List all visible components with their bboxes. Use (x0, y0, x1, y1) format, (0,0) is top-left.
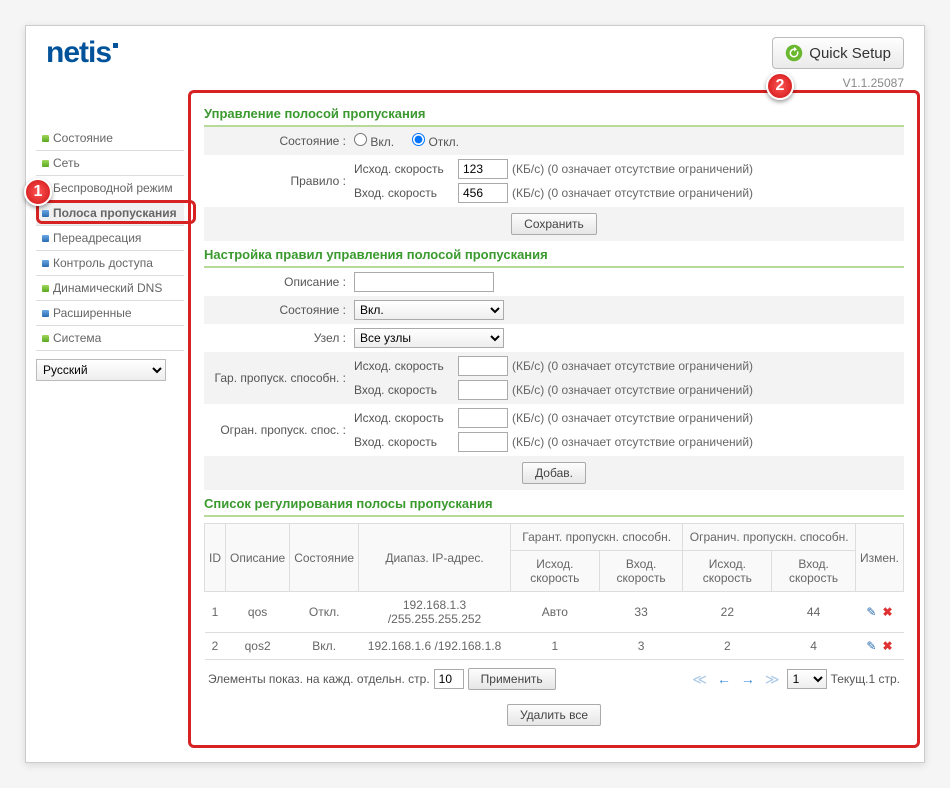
edit-icon[interactable]: ✎ (866, 639, 876, 653)
per-page-label: Элементы показ. на кажд. отдельн. стр. (208, 672, 430, 686)
sidebar-item-status[interactable]: Состояние (36, 126, 184, 151)
th-limit: Огранич. пропускн. способн. (683, 524, 856, 551)
bandwidth-table: ID Описание Состояние Диапаз. IP-адрес. … (204, 523, 904, 660)
logo: netis (46, 36, 118, 70)
quick-setup-button[interactable]: Quick Setup (772, 37, 904, 69)
marker-1: 1 (24, 178, 52, 206)
bullet-icon (42, 235, 49, 242)
delete-all-button[interactable]: Удалить все (507, 704, 601, 726)
sidebar-item-label: Переадресация (53, 231, 141, 245)
rule-status-select[interactable]: Вкл. (354, 300, 504, 320)
sidebar-item-bandwidth[interactable]: Полоса пропускания (36, 201, 184, 226)
node-label: Узел : (204, 331, 354, 345)
bullet-icon (42, 310, 49, 317)
th-desc: Описание (226, 524, 290, 592)
hint-text: (КБ/с) (0 означает отсутствие ограничени… (512, 435, 753, 449)
desc-label: Описание : (204, 275, 354, 289)
per-page-input[interactable] (434, 669, 464, 689)
delete-icon[interactable]: ✖ (882, 639, 892, 653)
guar-label: Гар. пропуск. способн. : (204, 371, 354, 385)
th-l-in: Вход. скорость (772, 551, 856, 592)
guar-out-label: Исход. скорость (354, 359, 454, 373)
th-guar: Гарант. пропускн. способн. (510, 524, 683, 551)
section3-title: Список регулирования полосы пропускания (204, 490, 904, 517)
guar-in-label: Вход. скорость (354, 383, 454, 397)
sidebar-item-system[interactable]: Система (36, 326, 184, 351)
bullet-icon (42, 210, 49, 217)
refresh-icon (785, 44, 803, 62)
out-speed-label: Исход. скорость (354, 162, 454, 176)
desc-input[interactable] (354, 272, 494, 292)
sidebar-item-access[interactable]: Контроль доступа (36, 251, 184, 276)
th-g-in: Вход. скорость (599, 551, 683, 592)
bullet-icon (42, 160, 49, 167)
limit-label: Огран. пропуск. спос. : (204, 423, 354, 437)
page-next-icon[interactable]: → (738, 671, 758, 687)
page-prev-icon[interactable]: ← (714, 671, 734, 687)
status-on-radio[interactable]: Вкл. (354, 133, 394, 149)
sidebar-item-label: Расширенные (53, 306, 132, 320)
lim-out-input[interactable] (458, 408, 508, 428)
th-id: ID (205, 524, 226, 592)
sidebar-item-label: Полоса пропускания (53, 206, 177, 220)
in-speed-input[interactable] (458, 183, 508, 203)
section2-title: Настройка правил управления полосой проп… (204, 241, 904, 268)
node-select[interactable]: Все узлы (354, 328, 504, 348)
sidebar-item-label: Состояние (53, 131, 113, 145)
lim-out-label: Исход. скорость (354, 411, 454, 425)
bullet-icon (42, 260, 49, 267)
sidebar-item-forwarding[interactable]: Переадресация (36, 226, 184, 251)
th-l-out: Исход. скорость (683, 551, 772, 592)
sidebar-item-wireless[interactable]: Беспроводной режим (36, 176, 184, 201)
th-range: Диапаз. IP-адрес. (359, 524, 511, 592)
bullet-icon (42, 335, 49, 342)
sidebar: Состояние Сеть Беспроводной режим Полоса… (36, 96, 184, 742)
hint-text: (КБ/с) (0 означает отсутствие ограничени… (512, 411, 753, 425)
table-row: 2qos2Вкл.192.168.1.6 /192.168.1.81324 ✎✖ (205, 633, 904, 660)
in-speed-label: Вход. скорость (354, 186, 454, 200)
add-button[interactable]: Добав. (522, 462, 586, 484)
delete-icon[interactable]: ✖ (882, 605, 892, 619)
th-edit: Измен. (855, 524, 903, 592)
page-first-icon[interactable]: ≪ (689, 671, 710, 688)
section1-title: Управление полосой пропускания (204, 100, 904, 127)
hint-text: (КБ/с) (0 означает отсутствие ограничени… (512, 162, 753, 176)
sidebar-item-ddns[interactable]: Динамический DNS (36, 276, 184, 301)
page-text: Текущ.1 стр. (831, 672, 900, 686)
hint-text: (КБ/с) (0 означает отсутствие ограничени… (512, 359, 753, 373)
sidebar-item-advanced[interactable]: Расширенные (36, 301, 184, 326)
page-select[interactable]: 1 (787, 669, 827, 689)
table-row: 1qosОткл.192.168.1.3 /255.255.255.252Авт… (205, 592, 904, 633)
hint-text: (КБ/с) (0 означает отсутствие ограничени… (512, 186, 753, 200)
hint-text: (КБ/с) (0 означает отсутствие ограничени… (512, 383, 753, 397)
page-last-icon[interactable]: ≫ (762, 671, 783, 688)
th-g-out: Исход. скорость (510, 551, 599, 592)
edit-icon[interactable]: ✎ (866, 605, 876, 619)
rule-status-label: Состояние : (204, 303, 354, 317)
marker-2: 2 (766, 72, 794, 100)
sidebar-item-label: Контроль доступа (53, 256, 153, 270)
bullet-icon (42, 135, 49, 142)
bullet-icon (42, 285, 49, 292)
out-speed-input[interactable] (458, 159, 508, 179)
status-label: Состояние : (204, 134, 354, 148)
sidebar-item-label: Динамический DNS (53, 281, 162, 295)
guar-out-input[interactable] (458, 356, 508, 376)
save-button[interactable]: Сохранить (511, 213, 597, 235)
sidebar-item-label: Беспроводной режим (53, 181, 173, 195)
sidebar-item-label: Система (53, 331, 101, 345)
rule-label: Правило : (204, 174, 354, 188)
guar-in-input[interactable] (458, 380, 508, 400)
apply-button[interactable]: Применить (468, 668, 556, 690)
language-select[interactable]: Русский (36, 359, 166, 381)
status-off-radio[interactable]: Откл. (412, 133, 459, 149)
th-state: Состояние (290, 524, 359, 592)
sidebar-item-network[interactable]: Сеть (36, 151, 184, 176)
quick-setup-label: Quick Setup (809, 45, 891, 62)
sidebar-item-label: Сеть (53, 156, 80, 170)
lim-in-input[interactable] (458, 432, 508, 452)
lim-in-label: Вход. скорость (354, 435, 454, 449)
